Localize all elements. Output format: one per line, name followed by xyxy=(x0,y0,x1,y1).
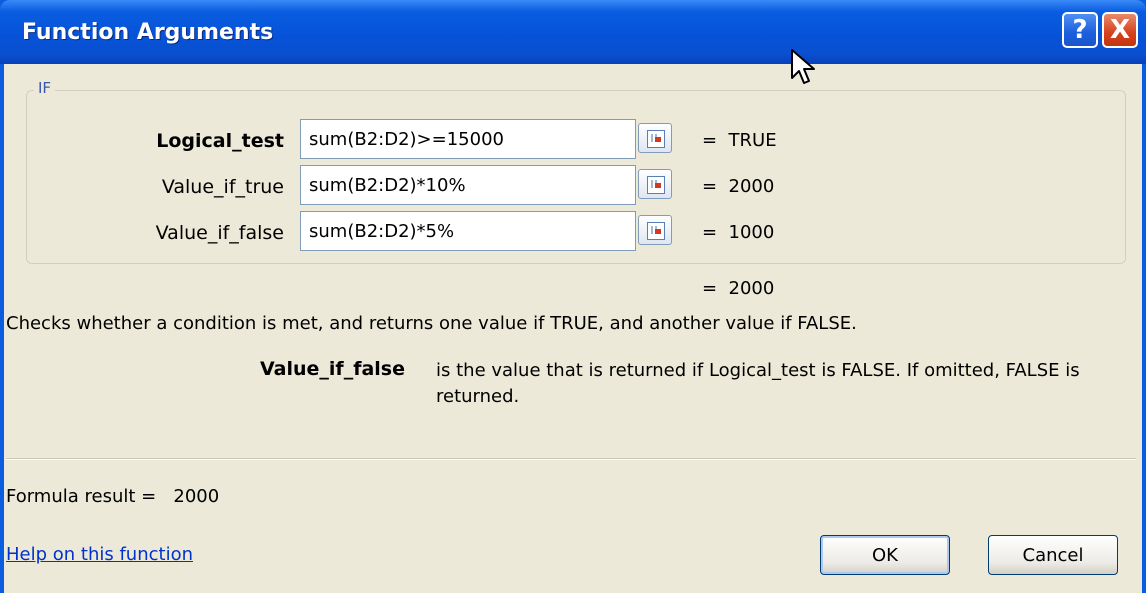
dialog-body: IF Logical_test = TRUE Value_if_true = 2… xyxy=(4,64,1142,593)
argument-help-text: is the value that is returned if Logical… xyxy=(436,360,1080,407)
value-if-true-result: = 2000 xyxy=(702,176,775,197)
mouse-pointer-icon xyxy=(791,49,815,84)
range-select-icon xyxy=(647,130,665,148)
value-if-true-label: Value_if_true xyxy=(161,176,284,198)
ok-button[interactable]: OK xyxy=(820,535,950,575)
value-if-false-label: Value_if_false xyxy=(155,222,284,244)
logical-test-label: Logical_test xyxy=(156,130,284,152)
function-name-label: IF xyxy=(34,79,56,97)
dialog-title: Function Arguments xyxy=(22,20,274,45)
title-bar[interactable]: Function Arguments ? X xyxy=(0,0,1146,64)
logical-test-ref-button[interactable] xyxy=(638,123,672,153)
range-select-icon xyxy=(647,176,665,194)
argument-help-name: Value_if_false xyxy=(260,358,405,380)
close-button[interactable]: X xyxy=(1102,12,1138,48)
help-link[interactable]: Help on this function xyxy=(6,544,193,565)
function-result: = 2000 xyxy=(702,278,775,299)
function-arguments-dialog: Function Arguments ? X IF Logical_test =… xyxy=(0,0,1146,593)
value-if-false-input[interactable] xyxy=(300,211,636,251)
value-if-false-result: = 1000 xyxy=(702,222,775,243)
help-button[interactable]: ? xyxy=(1062,12,1098,48)
function-description: Checks whether a condition is met, and r… xyxy=(6,313,857,334)
value-if-false-ref-button[interactable] xyxy=(638,215,672,245)
formula-result: Formula result = 2000 xyxy=(6,486,220,507)
logical-test-result: = TRUE xyxy=(702,130,777,151)
logical-test-input[interactable] xyxy=(300,119,636,159)
value-if-true-input[interactable] xyxy=(300,165,636,205)
range-select-icon xyxy=(647,222,665,240)
value-if-true-ref-button[interactable] xyxy=(638,169,672,199)
separator xyxy=(6,458,1136,460)
cancel-button[interactable]: Cancel xyxy=(988,535,1118,575)
